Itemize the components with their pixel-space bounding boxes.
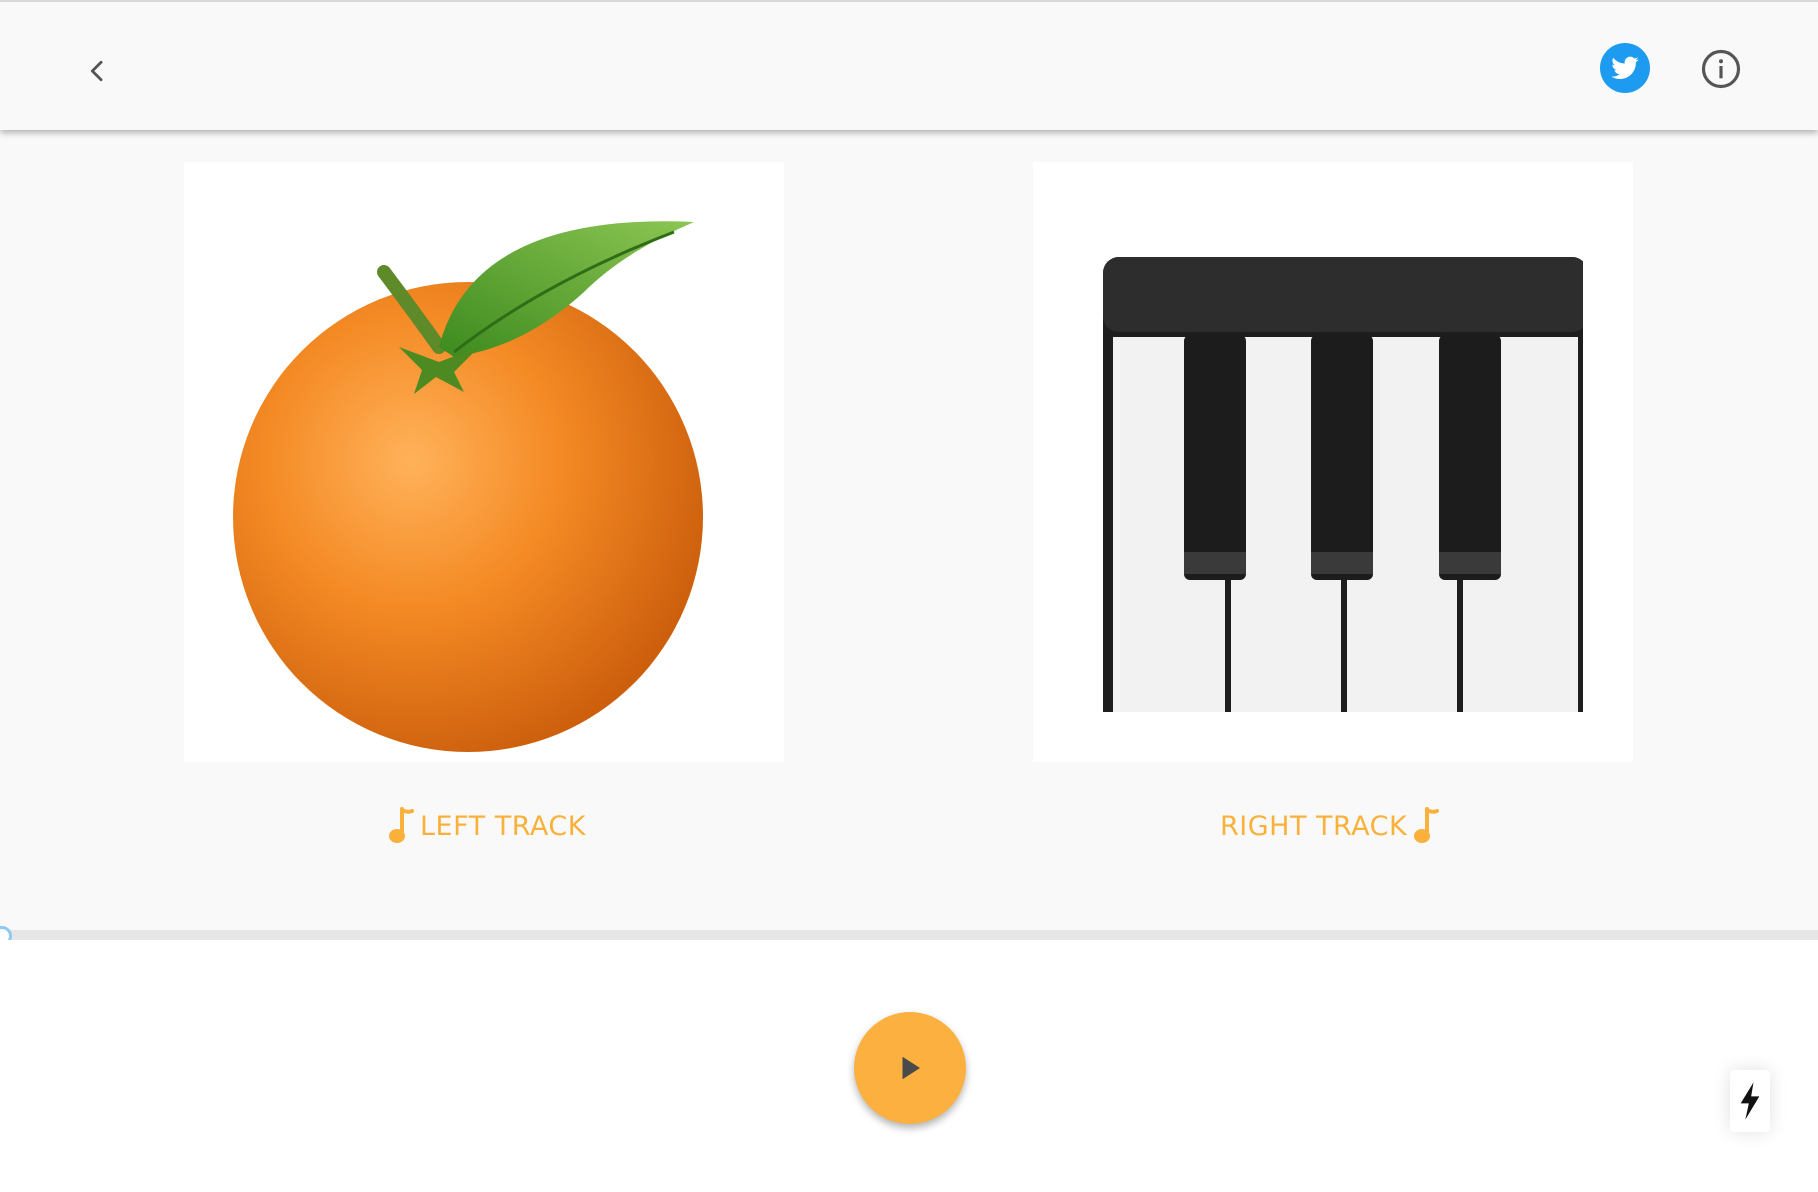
twitter-bird-icon — [1611, 56, 1639, 80]
top-app-bar — [0, 0, 1818, 130]
right-track-label: RIGHT TRACK — [1220, 810, 1408, 842]
play-button[interactable] — [854, 1012, 966, 1124]
twitter-share-button[interactable] — [1600, 43, 1650, 93]
chevron-left-icon — [90, 60, 103, 82]
right-track-card[interactable] — [1033, 162, 1633, 762]
lightning-bolt-icon — [1740, 1082, 1760, 1120]
left-track-button[interactable]: LEFT TRACK — [388, 806, 586, 846]
musical-keyboard-emoji — [1103, 257, 1583, 712]
info-button[interactable] — [1697, 45, 1745, 93]
progress-track[interactable] — [0, 930, 1818, 940]
tracks-area: LEFT TRACK RIGHT TRACK — [0, 130, 1818, 930]
play-icon — [902, 1056, 920, 1080]
back-button[interactable] — [72, 46, 122, 96]
left-track-label: LEFT TRACK — [420, 810, 586, 842]
music-note-icon — [389, 807, 414, 843]
right-track-button[interactable]: RIGHT TRACK — [1220, 806, 1440, 846]
info-circle-icon — [1701, 49, 1741, 89]
left-track-card[interactable] — [184, 162, 784, 762]
music-note-icon — [1414, 807, 1440, 843]
flash-button[interactable] — [1730, 1070, 1770, 1132]
tangerine-emoji — [233, 221, 703, 752]
